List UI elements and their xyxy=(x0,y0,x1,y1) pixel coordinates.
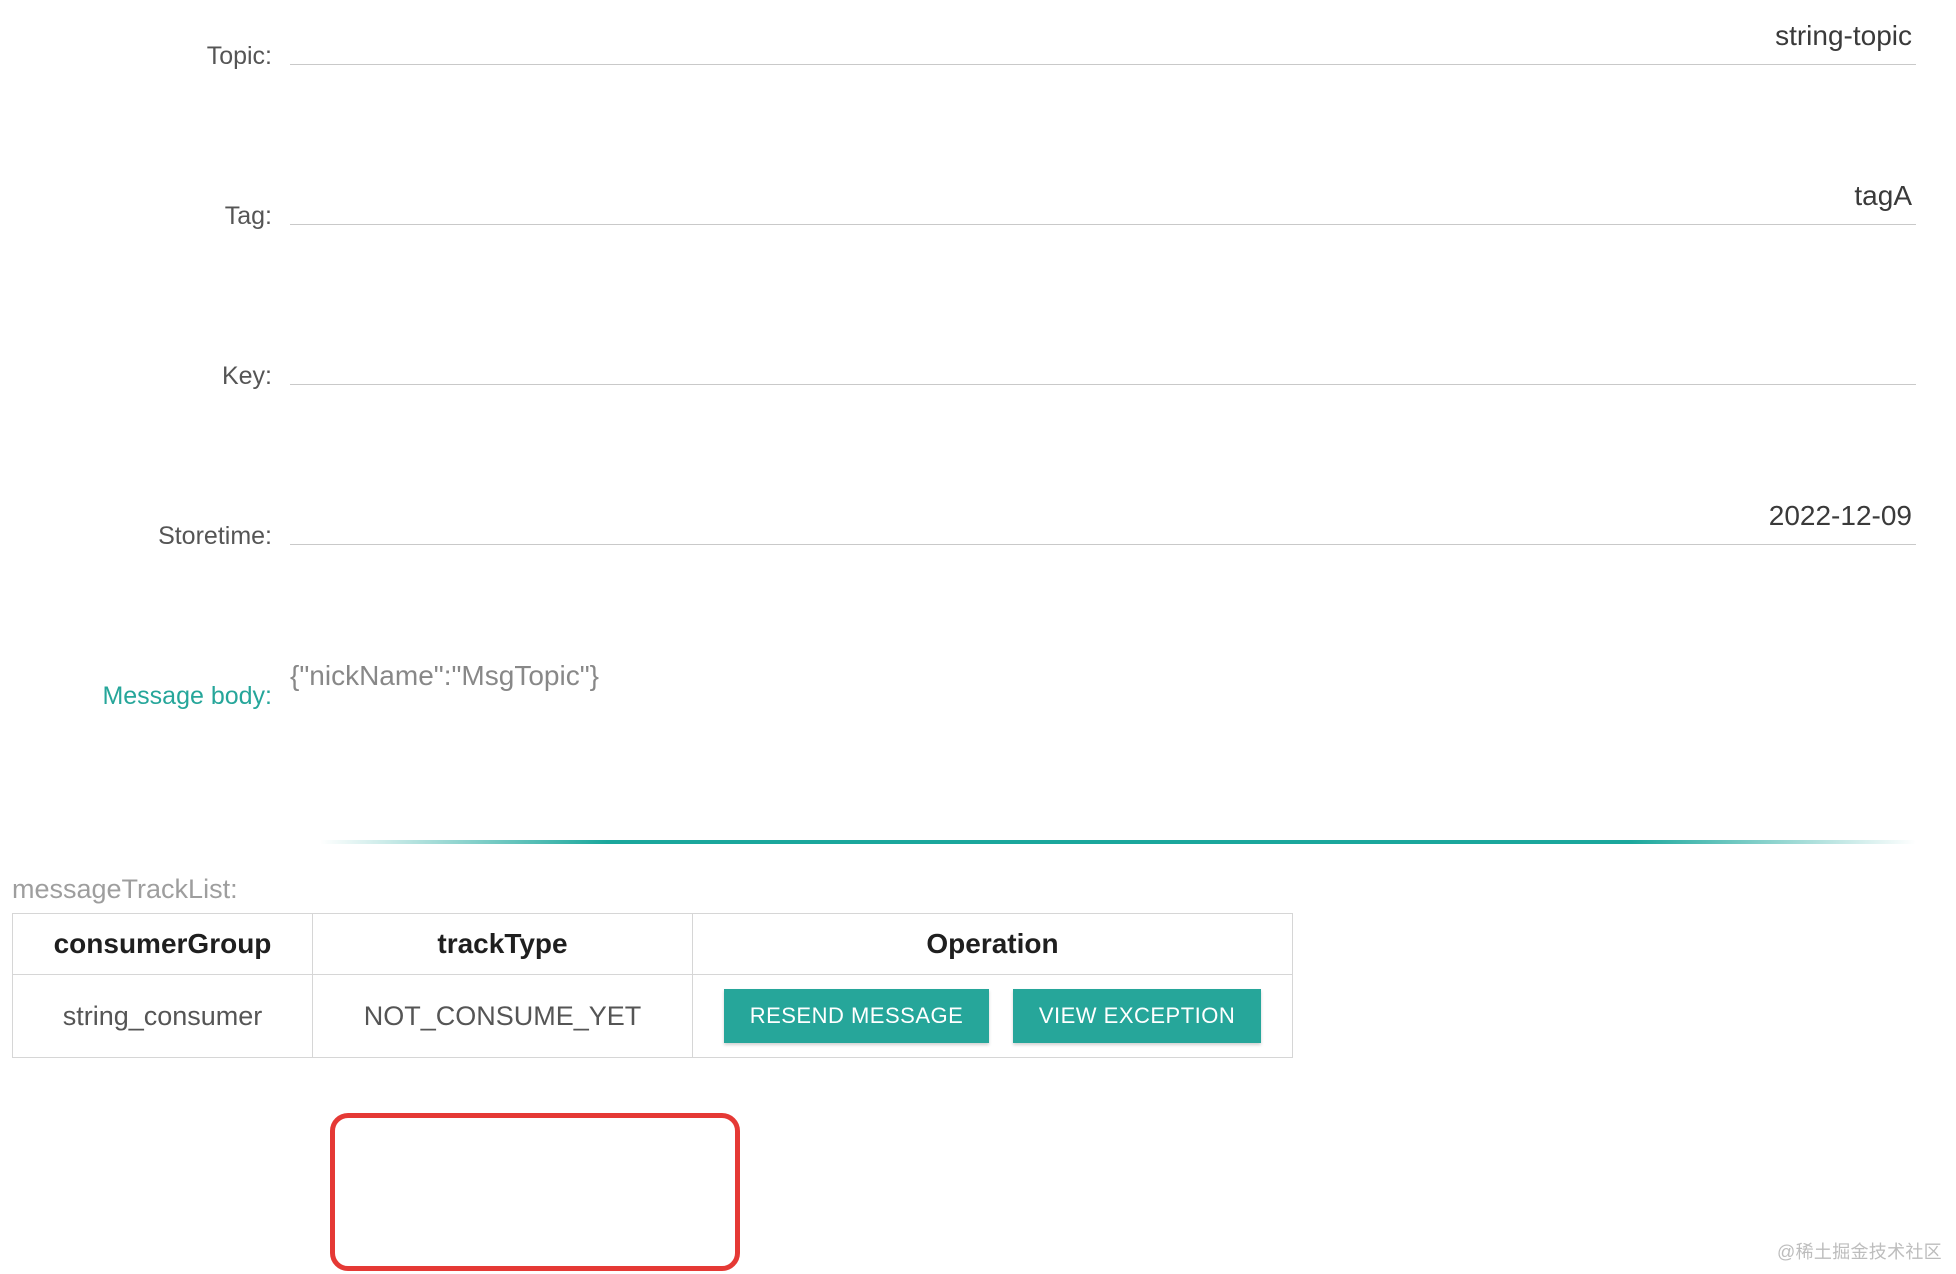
topic-input[interactable] xyxy=(290,10,1916,65)
message-body-label: Message body: xyxy=(0,650,290,711)
key-input[interactable] xyxy=(290,330,1916,385)
table-row: string_consumer NOT_CONSUME_YET RESEND M… xyxy=(13,975,1293,1058)
view-exception-button[interactable]: VIEW EXCEPTION xyxy=(1013,989,1261,1043)
table-header-row: consumerGroup trackType Operation xyxy=(13,914,1293,975)
section-divider xyxy=(320,840,1916,844)
tag-label: Tag: xyxy=(0,170,290,231)
resend-message-button[interactable]: RESEND MESSAGE xyxy=(724,989,990,1043)
cell-consumer-group: string_consumer xyxy=(13,975,313,1058)
tag-input[interactable] xyxy=(290,170,1916,225)
header-operation: Operation xyxy=(693,914,1293,975)
header-consumer-group: consumerGroup xyxy=(13,914,313,975)
storetime-row: Storetime: xyxy=(0,490,1956,650)
message-body-row: Message body: {"nickName":"MsgTopic"} xyxy=(0,650,1956,760)
cell-operation: RESEND MESSAGE VIEW EXCEPTION xyxy=(693,975,1293,1058)
storetime-label: Storetime: xyxy=(0,490,290,551)
topic-row: Topic: xyxy=(0,10,1956,170)
watermark: @稀土掘金技术社区 xyxy=(1777,1238,1942,1264)
cell-track-type: NOT_CONSUME_YET xyxy=(313,975,693,1058)
message-body-value: {"nickName":"MsgTopic"} xyxy=(290,650,1916,692)
highlight-annotation xyxy=(330,1113,740,1271)
tag-row: Tag: xyxy=(0,170,1956,330)
key-label: Key: xyxy=(0,330,290,391)
storetime-input[interactable] xyxy=(290,490,1916,545)
key-row: Key: xyxy=(0,330,1956,490)
topic-label: Topic: xyxy=(0,10,290,71)
header-track-type: trackType xyxy=(313,914,693,975)
message-detail-form: Topic: Tag: Key: Storetime: Message body… xyxy=(0,0,1956,760)
message-track-table: consumerGroup trackType Operation string… xyxy=(12,913,1293,1058)
message-track-list-label: messageTrackList: xyxy=(0,874,1956,905)
